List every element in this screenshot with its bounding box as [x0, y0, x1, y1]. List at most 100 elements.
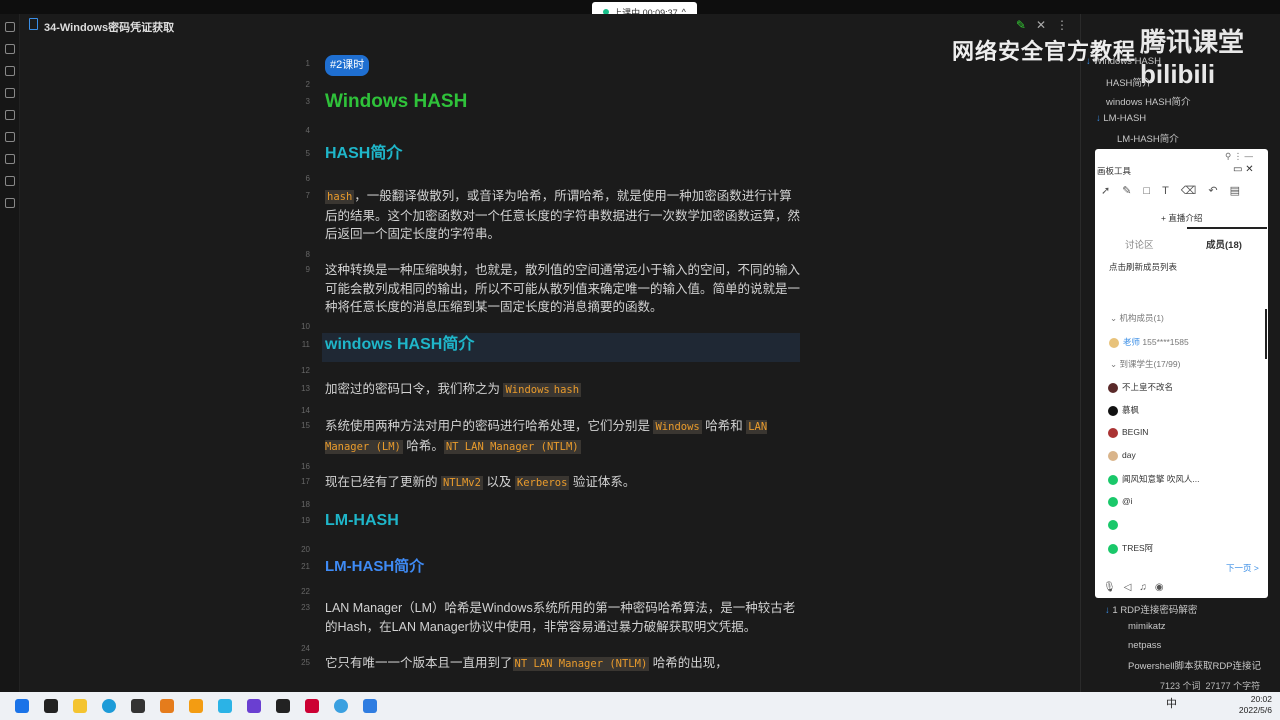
editor-line[interactable]: windows HASH简介	[325, 336, 800, 355]
outline-item[interactable]: ↓ LM-HASH	[1096, 113, 1146, 124]
heading-2: HASH简介	[325, 145, 403, 162]
editor-line[interactable]: #2课时	[325, 55, 800, 76]
line-number: 16	[301, 462, 310, 471]
editor-line[interactable]: LAN Manager（LM）哈希是Windows系统所用的第一种密码哈希算法，…	[325, 599, 800, 636]
app-icon[interactable]	[305, 699, 319, 713]
inline-code: NT LAN Manager (NTLM)	[512, 657, 650, 671]
editor-line[interactable]: LM-HASH简介	[325, 558, 800, 577]
editor-line[interactable]: 它只有唯一一个版本且一直用到了 NT LAN Manager (NTLM) 哈希的…	[325, 654, 800, 674]
explorer-icon[interactable]	[73, 699, 87, 713]
line-number: 10	[301, 322, 310, 331]
heading-2: LM-HASH	[325, 512, 399, 529]
app-icon[interactable]	[218, 699, 232, 713]
outline-item[interactable]: ↓ 1 RDP连接密码解密	[1105, 602, 1197, 616]
system-tray[interactable]: 中 20:02 2022/5/6	[1166, 694, 1272, 716]
line-number: 22	[301, 587, 310, 596]
audio-controls[interactable]: 🎙◁♫◉	[1103, 582, 1172, 593]
scrollbar[interactable]	[1265, 309, 1267, 359]
edge-icon[interactable]	[102, 699, 116, 713]
window-close-icon[interactable]: ▭ ✕	[1233, 164, 1254, 175]
editor-line[interactable]: Windows HASH	[325, 91, 800, 113]
tab-members[interactable]: 成员(18)	[1206, 237, 1242, 251]
line-number: 17	[301, 477, 310, 486]
grid-icon[interactable]	[5, 132, 15, 142]
inline-code: Windows	[653, 420, 702, 434]
editor-line[interactable]: 现在已经有了更新的 NTLMv2 以及 Kerberos 验证体系。	[325, 473, 800, 493]
outline-item[interactable]: windows HASH简介	[1106, 94, 1190, 108]
text: 加密过的密码口令，我们称之为	[325, 382, 504, 396]
member-row[interactable]: 慕枫	[1108, 404, 1139, 416]
heading-1: Windows HASH	[325, 91, 468, 112]
editor-line[interactable]: 系统使用两种方法对用户的密码进行哈希处理，它们分别是 Windows 哈希和 L…	[325, 417, 800, 456]
text: 哈希的出现，	[649, 656, 728, 670]
obsidian-icon[interactable]	[247, 699, 261, 713]
outline-item[interactable]: HASH简介	[1106, 75, 1151, 89]
editor-line[interactable]: hash ，一般翻译做散列，或音译为哈希，所谓哈希，就是使用一种加密函数进行计算后…	[325, 187, 800, 244]
text: 现在已经有了更新的	[325, 475, 441, 489]
line-number: 2	[305, 80, 310, 89]
calendar-icon[interactable]	[5, 66, 15, 76]
group-org[interactable]: ⌄ 机构成员(1)	[1110, 312, 1164, 324]
vmware-icon[interactable]	[189, 699, 203, 713]
clock-icon[interactable]	[5, 176, 15, 186]
start-icon[interactable]	[15, 699, 29, 713]
live-intro-link[interactable]: + 直播介绍	[1161, 212, 1202, 224]
text: 系统使用两种方法对用户的密码进行哈希处理，它们分别是	[325, 419, 654, 433]
inline-code: hash	[551, 383, 582, 397]
close-icon[interactable]: ✕	[1036, 18, 1046, 32]
edit-icon[interactable]: ✎	[1016, 18, 1026, 32]
tab-discussion[interactable]: 讨论区	[1125, 237, 1154, 251]
line-number: 19	[301, 516, 310, 525]
next-page-link[interactable]: 下一页 >	[1226, 562, 1259, 574]
app-icon[interactable]	[44, 699, 58, 713]
member-row[interactable]: 闻风知意擎 吹风人...	[1108, 473, 1199, 485]
left-ribbon	[0, 14, 20, 692]
cards-icon[interactable]	[5, 110, 15, 120]
open-icon[interactable]	[5, 22, 15, 32]
line-number: 1	[305, 59, 310, 68]
line-number: 13	[301, 384, 310, 393]
outline-item[interactable]: netpass	[1128, 640, 1161, 651]
sublime-icon[interactable]	[160, 699, 174, 713]
editor-line[interactable]: 这种转换是一种压缩映射，也就是，散列值的空间通常远小于输入的空间，不同的输入可能…	[325, 261, 800, 317]
chat-icon[interactable]	[334, 699, 348, 713]
outline-item[interactable]: Powershell脚本获取RDP连接记	[1128, 658, 1261, 672]
editor-actions: ✎ ✕ ⋮	[1016, 18, 1068, 32]
pin-icon[interactable]: ⚲ ⋮ —	[1225, 151, 1253, 162]
outline-item[interactable]: mimikatz	[1128, 621, 1165, 632]
graph-icon[interactable]	[5, 44, 15, 54]
inline-code: hash	[325, 190, 355, 204]
line-number: 11	[301, 340, 310, 349]
member-row[interactable]	[1108, 519, 1122, 530]
panel-title: 画板工具	[1097, 166, 1132, 176]
member-row[interactable]: BEGIN	[1108, 427, 1148, 438]
line-number: 18	[301, 500, 310, 509]
more-icon[interactable]: ⋮	[1056, 18, 1068, 32]
drawing-toolbar[interactable]: ➚✎□T⌫↶▤	[1101, 184, 1252, 197]
editor-line[interactable]: 加密过的密码口令，我们称之为 Windows hash	[325, 380, 800, 400]
member-row[interactable]: 老师 155****1585	[1109, 336, 1189, 348]
archive-icon[interactable]	[5, 154, 15, 164]
member-row[interactable]: TRES阿	[1108, 542, 1153, 554]
outline-item[interactable]: LM-HASH简介	[1117, 131, 1179, 145]
group-students[interactable]: ⌄ 到课学生(17/99)	[1110, 358, 1180, 370]
tag-badge[interactable]: #2课时	[325, 55, 370, 76]
refresh-members-link[interactable]: 点击刷新成员列表	[1109, 261, 1177, 273]
editor-line[interactable]: HASH简介	[325, 145, 800, 164]
inline-code: Windows	[503, 383, 552, 397]
member-row[interactable]: day	[1108, 450, 1136, 461]
line-number: 15	[301, 421, 310, 430]
table-icon[interactable]	[5, 198, 15, 208]
member-row[interactable]: @i	[1108, 496, 1133, 507]
terminal-icon[interactable]	[131, 699, 145, 713]
text: 哈希。	[402, 438, 444, 453]
editor-line[interactable]: LM-HASH	[325, 512, 800, 531]
tab-underline	[1187, 227, 1267, 229]
app-icon[interactable]	[363, 699, 377, 713]
inline-code: NTLMv2	[440, 476, 483, 490]
copy-icon[interactable]	[5, 88, 15, 98]
member-row[interactable]: 不上皇不改名	[1108, 381, 1173, 393]
line-number: 4	[305, 126, 310, 135]
outline-item[interactable]: ↓ Windows HASH	[1086, 56, 1161, 67]
terminal-icon[interactable]	[276, 699, 290, 713]
